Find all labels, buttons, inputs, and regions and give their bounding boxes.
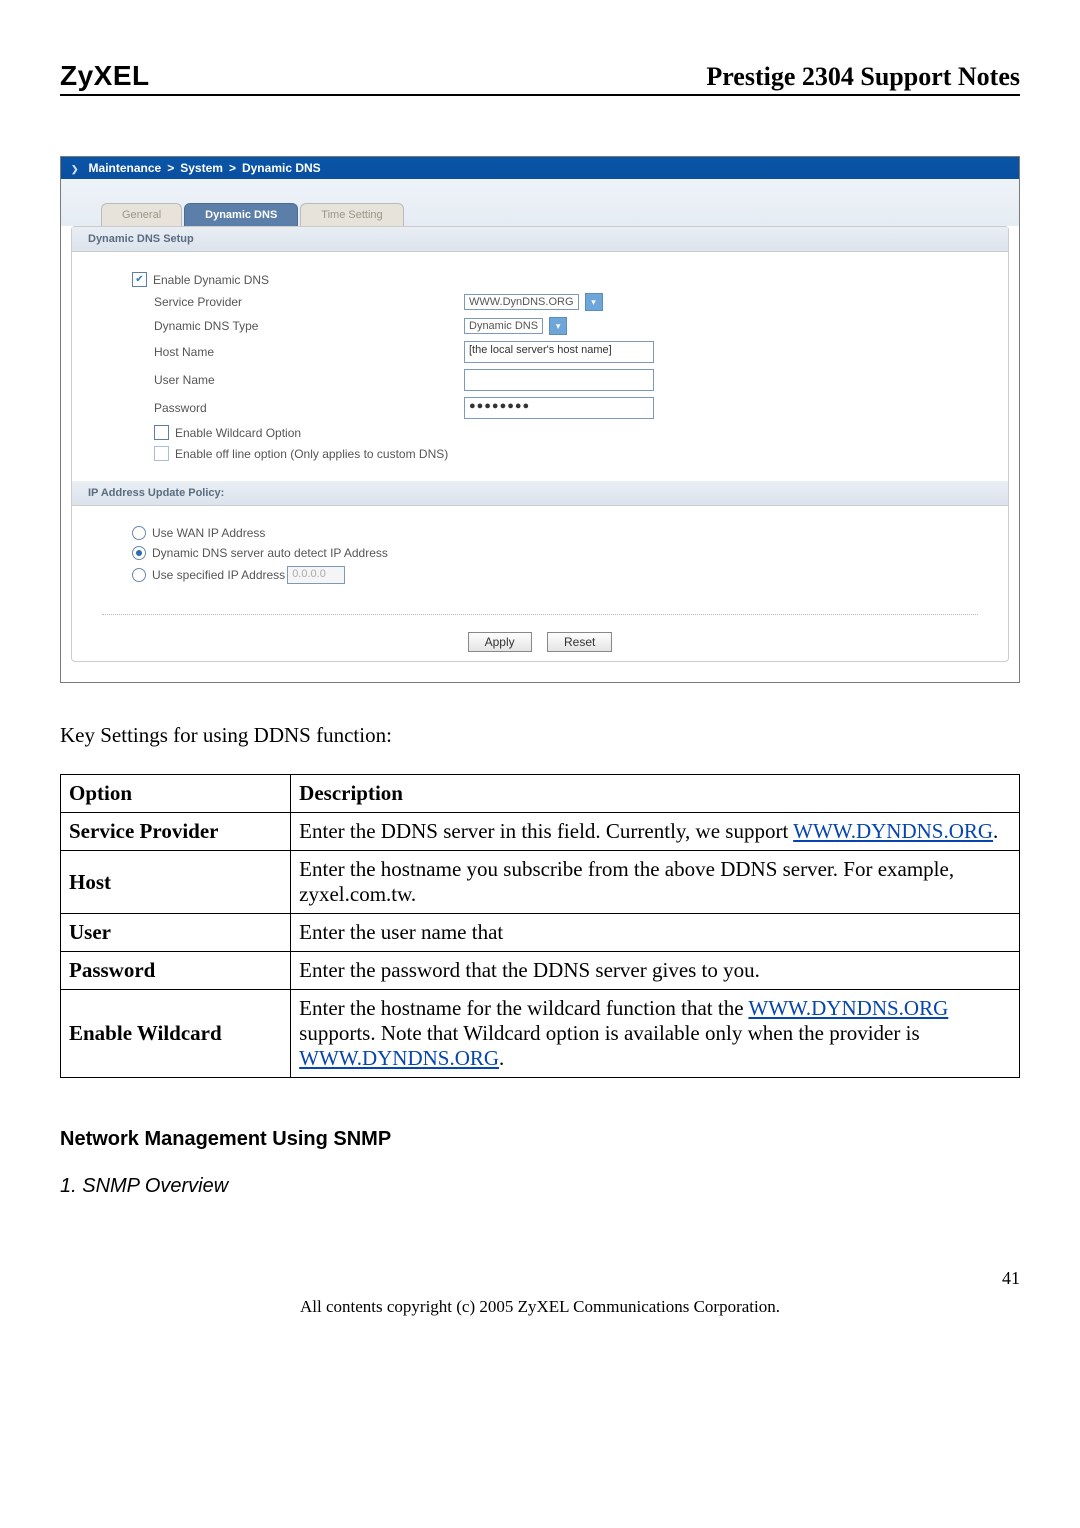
- user-name-input[interactable]: [464, 369, 654, 391]
- copyright-footer: All contents copyright (c) 2005 ZyXEL Co…: [60, 1297, 1020, 1317]
- dns-type-value: Dynamic DNS: [469, 320, 538, 332]
- intro-text: Key Settings for using DDNS function:: [60, 723, 1020, 748]
- chevron-down-icon[interactable]: ▾: [549, 317, 567, 335]
- host-name-label: Host Name: [154, 345, 464, 359]
- enable-ddns-label: Enable Dynamic DNS: [153, 273, 269, 287]
- radio-use-wan[interactable]: [132, 526, 146, 540]
- opt-host: Host: [69, 870, 111, 894]
- service-provider-label: Service Provider: [154, 295, 464, 309]
- table-row: Enable Wildcard Enter the hostname for t…: [61, 990, 1020, 1078]
- desc-sp-prefix: Enter the DDNS server in this field. Cur…: [299, 819, 793, 843]
- table-row: Host Enter the hostname you subscribe fr…: [61, 851, 1020, 914]
- password-label: Password: [154, 401, 464, 415]
- chevron-down-icon[interactable]: ▾: [585, 293, 603, 311]
- router-config-panel: Maintenance > System > Dynamic DNS Gener…: [60, 156, 1020, 683]
- link-dyndns[interactable]: WWW.DYNDNS.ORG: [299, 1046, 499, 1070]
- section-ddns-setup: Dynamic DNS Setup: [72, 227, 1008, 252]
- doc-header: ZyXEL Prestige 2304 Support Notes: [60, 60, 1020, 96]
- checkbox-offline[interactable]: [154, 446, 169, 461]
- use-wan-label: Use WAN IP Address: [152, 526, 265, 540]
- logo: ZyXEL: [60, 60, 150, 92]
- link-dyndns[interactable]: WWW.DYNDNS.ORG: [748, 996, 948, 1020]
- breadcrumb-2: System: [180, 161, 223, 175]
- opt-password: Password: [69, 958, 155, 982]
- host-name-input[interactable]: [the local server's host name]: [464, 341, 654, 363]
- desc-password: Enter the password that the DDNS server …: [291, 952, 1020, 990]
- offline-label: Enable off line option (Only applies to …: [175, 447, 448, 461]
- auto-detect-label: Dynamic DNS server auto detect IP Addres…: [152, 546, 388, 560]
- tabs: General Dynamic DNS Time Setting: [61, 179, 1019, 226]
- tab-general[interactable]: General: [101, 203, 182, 226]
- breadcrumb-icon: [71, 161, 83, 175]
- table-row: Service Provider Enter the DDNS server i…: [61, 813, 1020, 851]
- reset-button[interactable]: Reset: [547, 632, 612, 652]
- desc-wc-suffix: .: [499, 1046, 504, 1070]
- dns-type-select[interactable]: Dynamic DNS: [464, 318, 543, 334]
- doc-title: Prestige 2304 Support Notes: [706, 62, 1020, 92]
- service-provider-value: WWW.DynDNS.ORG: [469, 296, 574, 308]
- table-row: Password Enter the password that the DDN…: [61, 952, 1020, 990]
- desc-user: Enter the user name that: [291, 914, 1020, 952]
- radio-auto-detect[interactable]: [132, 546, 146, 560]
- opt-wildcard: Enable Wildcard: [69, 1021, 222, 1045]
- password-input[interactable]: ●●●●●●●●: [464, 397, 654, 419]
- desc-host: Enter the hostname you subscribe from th…: [291, 851, 1020, 914]
- dns-type-label: Dynamic DNS Type: [154, 319, 464, 333]
- page-number: 41: [60, 1268, 1020, 1289]
- user-name-label: User Name: [154, 373, 464, 387]
- opt-user: User: [69, 920, 111, 944]
- checkbox-enable-ddns[interactable]: [132, 272, 147, 287]
- radio-specified-ip[interactable]: [132, 568, 146, 582]
- breadcrumb-3: Dynamic DNS: [242, 161, 321, 175]
- th-description: Description: [291, 775, 1020, 813]
- breadcrumb: Maintenance > System > Dynamic DNS: [61, 157, 1019, 179]
- wildcard-label: Enable Wildcard Option: [175, 426, 301, 440]
- opt-service-provider: Service Provider: [69, 819, 218, 843]
- section-ip-policy: IP Address Update Policy:: [72, 481, 1008, 506]
- heading-snmp: Network Management Using SNMP: [60, 1128, 1020, 1151]
- options-table: Option Description Service Provider Ente…: [60, 774, 1020, 1078]
- service-provider-select[interactable]: WWW.DynDNS.ORG: [464, 294, 579, 310]
- tab-time-setting[interactable]: Time Setting: [300, 203, 403, 226]
- breadcrumb-1: Maintenance: [89, 161, 162, 175]
- checkbox-wildcard[interactable]: [154, 425, 169, 440]
- table-row: User Enter the user name that: [61, 914, 1020, 952]
- desc-wc-prefix: Enter the hostname for the wildcard func…: [299, 996, 748, 1020]
- link-dyndns[interactable]: WWW.DYNDNS.ORG: [793, 819, 993, 843]
- desc-sp-suffix: .: [993, 819, 998, 843]
- specified-ip-input[interactable]: 0.0.0.0: [287, 566, 345, 584]
- desc-wc-mid: supports. Note that Wildcard option is a…: [299, 1021, 919, 1045]
- apply-button[interactable]: Apply: [468, 632, 532, 652]
- tab-dynamic-dns[interactable]: Dynamic DNS: [184, 203, 298, 226]
- subheading-snmp-overview: 1. SNMP Overview: [60, 1175, 1020, 1198]
- th-option: Option: [61, 775, 291, 813]
- specified-ip-label: Use specified IP Address: [152, 568, 285, 582]
